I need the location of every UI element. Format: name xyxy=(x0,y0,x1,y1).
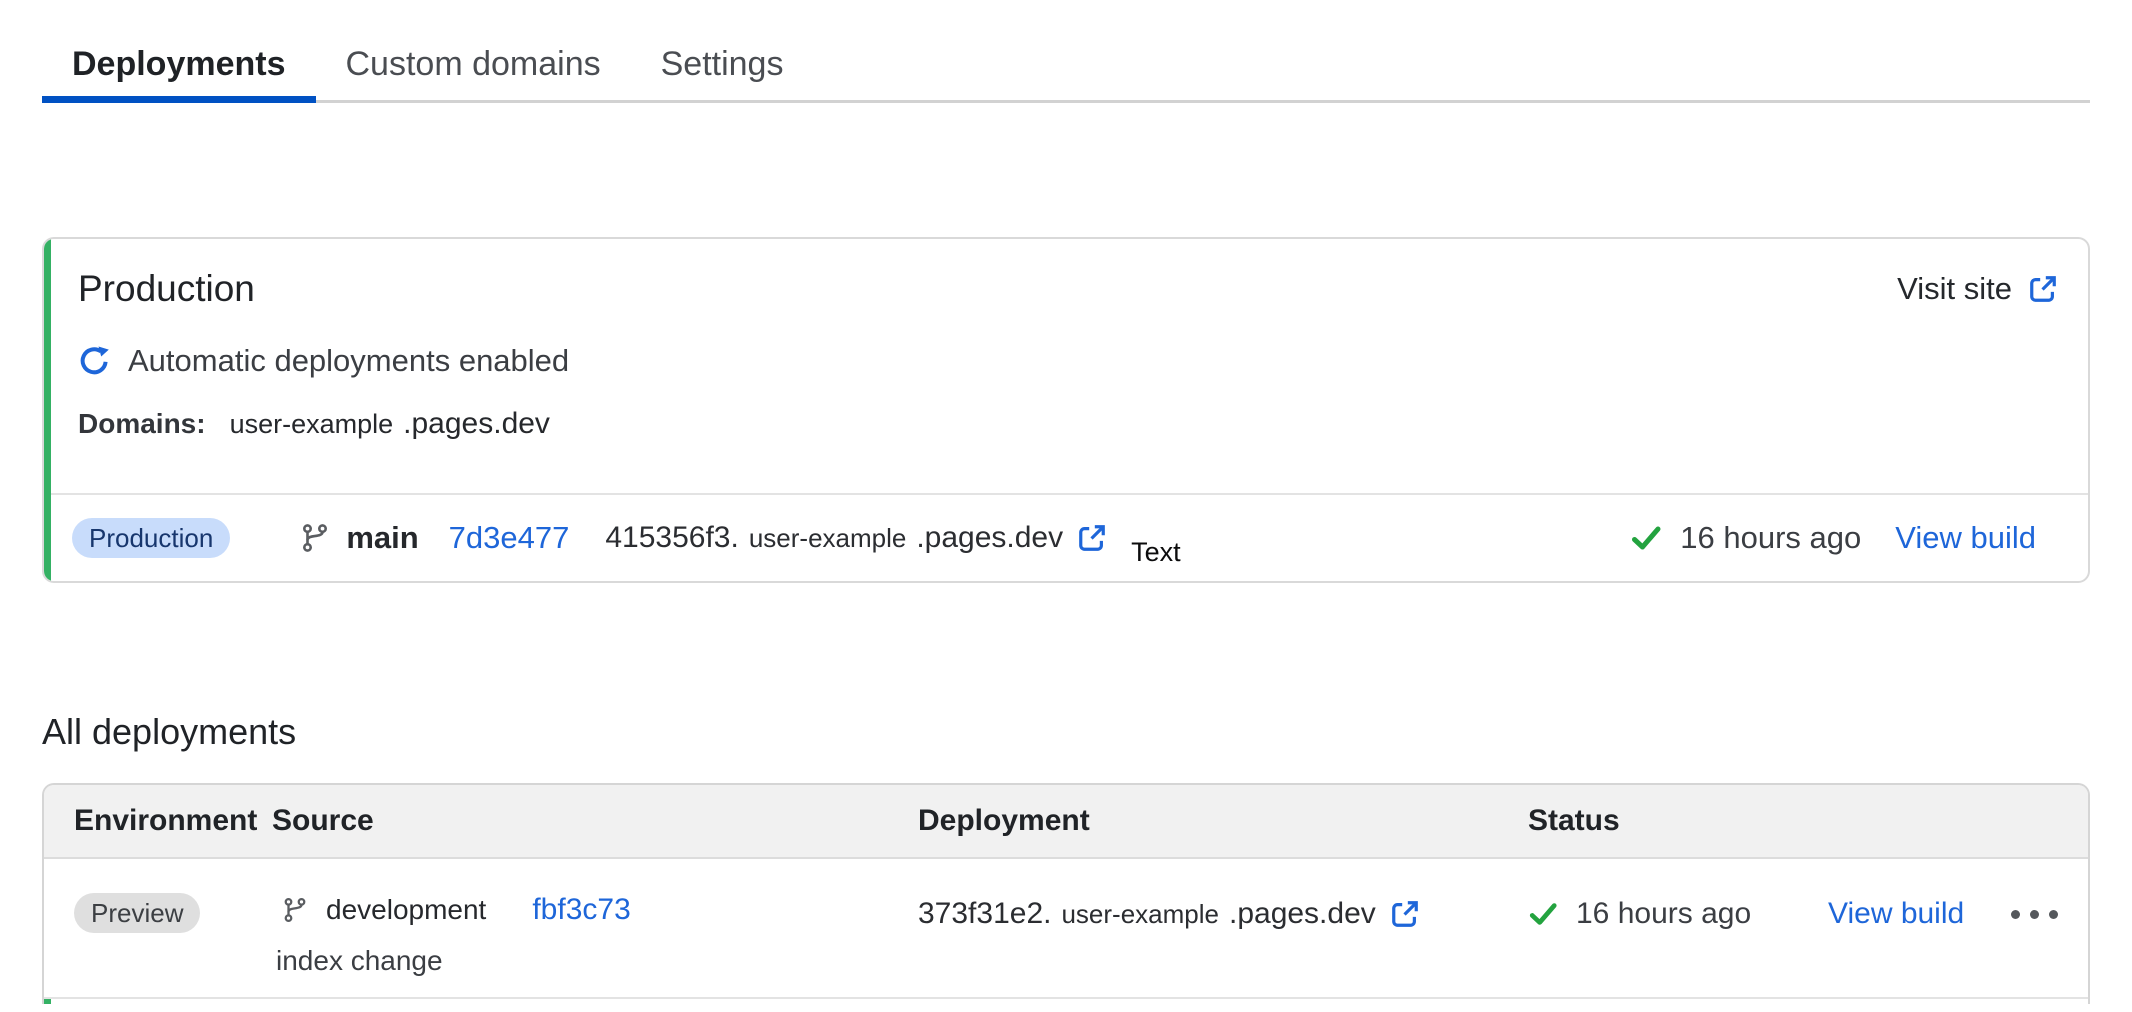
deployment-url-prefix: 373f31e2. xyxy=(918,897,1051,931)
column-header-source: Source xyxy=(272,804,918,838)
auto-deploy-text: Automatic deployments enabled xyxy=(128,341,569,381)
success-check-icon xyxy=(1528,899,1558,929)
production-green-stripe xyxy=(44,239,51,581)
visit-site-label: Visit site xyxy=(1897,271,2012,307)
branch-name: development xyxy=(326,894,486,926)
commit-hash-link[interactable]: fbf3c73 xyxy=(532,893,630,927)
deployment-url-name: user-example xyxy=(1061,899,1219,930)
commit-hash-link[interactable]: 7d3e477 xyxy=(449,520,570,556)
production-deployment-row: Production main 7d3e477 415356f3. user-e… xyxy=(44,493,2088,581)
deploy-time: 16 hours ago xyxy=(1680,520,1861,556)
column-header-deployment: Deployment xyxy=(918,804,1528,838)
production-green-stripe xyxy=(44,999,51,1004)
domains-label: Domains: xyxy=(78,408,206,440)
commit-message: index change xyxy=(276,945,918,977)
deployment-url: 373f31e2. user-example .pages.dev xyxy=(918,897,1528,931)
text-annotation: Text xyxy=(1131,537,1181,568)
all-deployments-heading: All deployments xyxy=(42,709,2090,755)
tab-deployments[interactable]: Deployments xyxy=(42,28,316,100)
refresh-icon xyxy=(78,345,110,377)
visit-site-link[interactable]: Visit site xyxy=(1897,271,2058,307)
branch-name: main xyxy=(346,520,418,556)
environment-badge: Preview xyxy=(74,893,200,933)
deploy-time: 16 hours ago xyxy=(1576,897,1751,931)
external-link-icon xyxy=(2028,274,2058,304)
column-header-environment: Environment xyxy=(74,804,272,838)
domain-suffix: .pages.dev xyxy=(403,407,550,441)
git-branch-icon xyxy=(282,897,308,923)
deployment-url: 415356f3. user-example .pages.dev xyxy=(605,521,1107,555)
environment-badge: Production xyxy=(72,518,230,558)
git-branch-icon xyxy=(300,523,330,553)
tab-settings[interactable]: Settings xyxy=(631,28,814,100)
tab-custom-domains[interactable]: Custom domains xyxy=(316,28,631,100)
table-row: Preview development fbf3c73 index change xyxy=(44,859,2088,999)
view-build-link[interactable]: View build xyxy=(1895,520,2036,556)
deployment-url-suffix: .pages.dev xyxy=(1229,897,1376,931)
external-link-icon[interactable] xyxy=(1077,523,1107,553)
deployment-url-suffix: .pages.dev xyxy=(916,521,1063,555)
production-card-title: Production xyxy=(78,265,255,313)
deployment-url-prefix: 415356f3. xyxy=(605,521,738,555)
production-card: Production Visit site Automatic deployme… xyxy=(42,237,2090,583)
external-link-icon[interactable] xyxy=(1390,899,1420,929)
column-header-status: Status xyxy=(1528,804,1828,838)
row-options-menu-button[interactable] xyxy=(2011,904,2058,925)
deployments-table: Environment Source Deployment Status Pre… xyxy=(42,783,2090,1004)
success-check-icon xyxy=(1630,522,1662,554)
table-header-row: Environment Source Deployment Status xyxy=(44,785,2088,859)
next-row-partial xyxy=(44,999,2088,1004)
view-build-link[interactable]: View build xyxy=(1828,897,1964,931)
deployment-url-name: user-example xyxy=(749,523,907,554)
domain-name: user-example xyxy=(230,409,394,440)
tab-bar: Deployments Custom domains Settings xyxy=(42,0,2090,103)
